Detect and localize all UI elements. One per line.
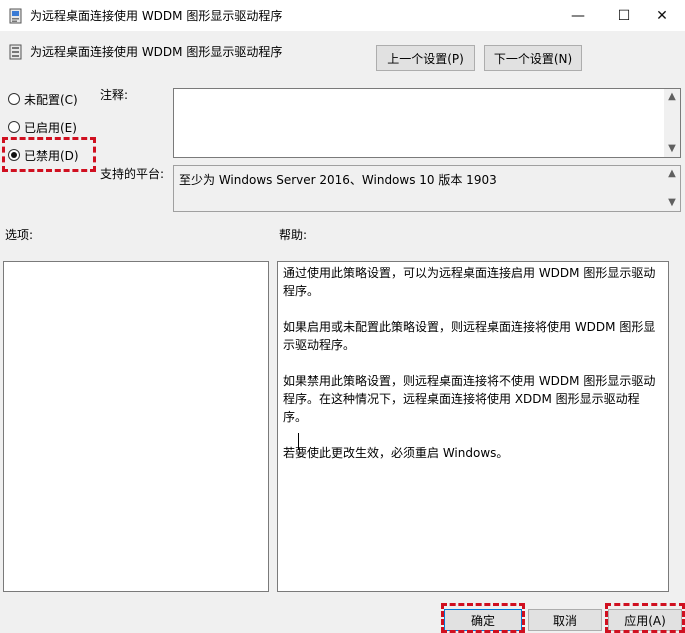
next-setting-button[interactable]: 下一个设置(N) — [484, 45, 582, 71]
comment-label: 注释: — [100, 88, 129, 102]
text-cursor — [298, 433, 299, 450]
platform-field: 至少为 Windows Server 2016、Windows 10 版本 19… — [173, 165, 681, 212]
help-label: 帮助: — [279, 228, 308, 242]
radio-button[interactable] — [8, 93, 20, 105]
options-pane[interactable] — [3, 261, 269, 592]
disabled-option-highlight — [2, 137, 96, 172]
scroll-down-icon[interactable]: ▼ — [664, 195, 680, 211]
title-bar: 为远程桌面连接使用 WDDM 图形显示驱动程序 — ☐ ✕ — [0, 0, 685, 31]
minimize-icon[interactable]: — — [555, 0, 601, 31]
policy-icon — [9, 8, 22, 24]
radio-label: 已启用(E) — [24, 120, 77, 135]
previous-setting-button[interactable]: 上一个设置(P) — [376, 45, 475, 71]
options-label: 选项: — [5, 228, 34, 242]
window-title: 为远程桌面连接使用 WDDM 图形显示驱动程序 — [30, 9, 283, 23]
comment-textarea[interactable]: ▲ ▼ — [173, 88, 681, 158]
radio-label: 未配置(C) — [24, 92, 78, 107]
setting-title: 为远程桌面连接使用 WDDM 图形显示驱动程序 — [30, 45, 283, 59]
policy-setting-icon — [9, 44, 22, 60]
help-pane[interactable]: 通过使用此策略设置，可以为远程桌面连接启用 WDDM 图形显示驱动程序。 如果启… — [277, 261, 669, 592]
close-icon[interactable]: ✕ — [639, 0, 685, 31]
comment-scrollbar[interactable]: ▲ ▼ — [664, 89, 680, 157]
help-paragraph: 若要使此更改生效，必须重启 Windows。 — [283, 446, 509, 460]
radio-enabled[interactable]: 已启用(E) — [8, 118, 77, 136]
radio-button[interactable] — [8, 121, 20, 133]
scroll-up-icon[interactable]: ▲ — [664, 166, 680, 182]
platform-value: 至少为 Windows Server 2016、Windows 10 版本 19… — [179, 173, 497, 187]
help-text: 通过使用此策略设置，可以为远程桌面连接启用 WDDM 图形显示驱动程序。 如果启… — [283, 264, 661, 480]
help-paragraph: 如果禁用此策略设置，则远程桌面连接将不使用 WDDM 图形显示驱动程序。在这种情… — [283, 374, 656, 424]
help-paragraph: 通过使用此策略设置，可以为远程桌面连接启用 WDDM 图形显示驱动程序。 — [283, 266, 656, 298]
scroll-down-icon[interactable]: ▼ — [664, 141, 680, 157]
radio-not-configured[interactable]: 未配置(C) — [8, 90, 78, 108]
scroll-up-icon[interactable]: ▲ — [664, 89, 680, 105]
platform-label: 支持的平台: — [100, 167, 165, 181]
platform-scrollbar[interactable]: ▲ ▼ — [664, 166, 680, 211]
help-paragraph: 如果启用或未配置此策略设置，则远程桌面连接将使用 WDDM 图形显示驱动程序。 — [283, 320, 656, 352]
cancel-button[interactable]: 取消 — [528, 609, 602, 631]
